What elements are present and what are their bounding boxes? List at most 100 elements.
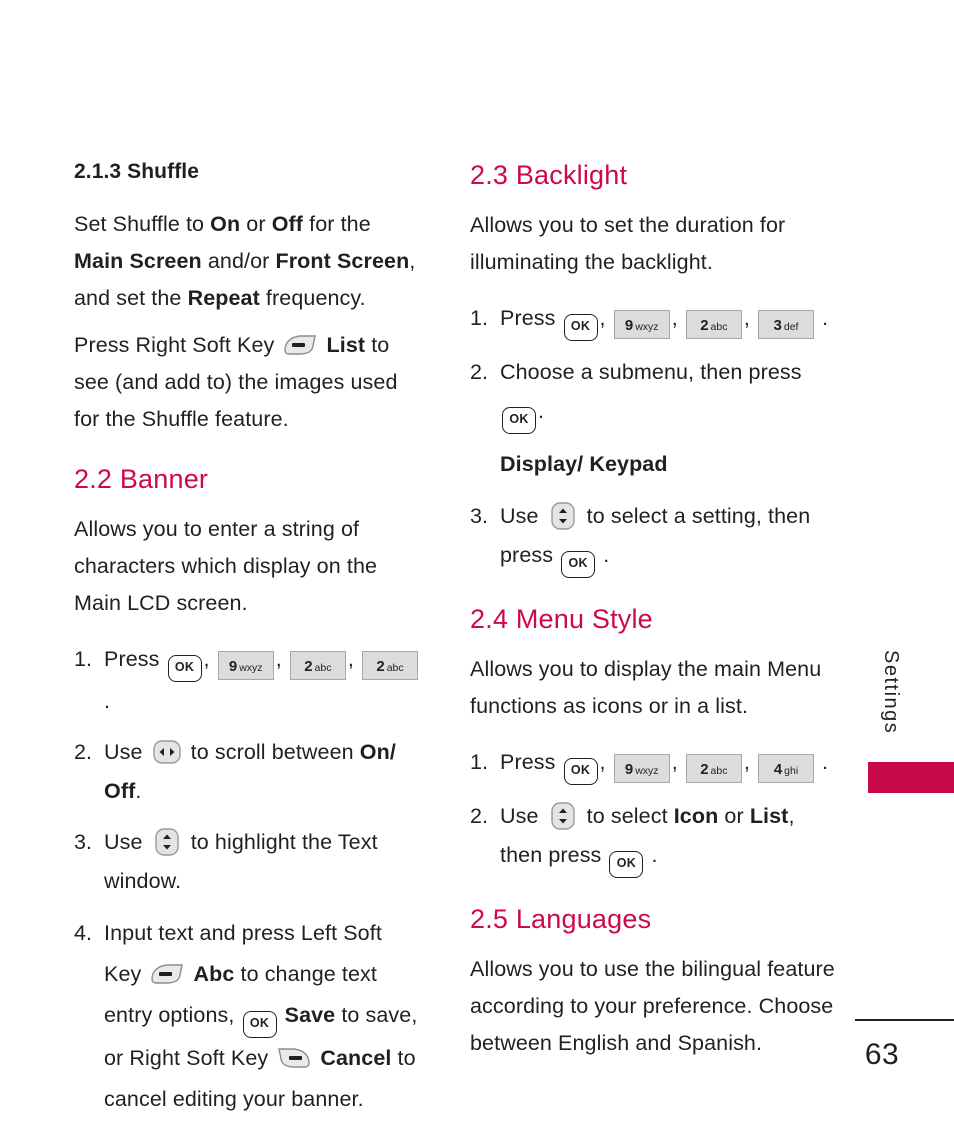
key-letters: def <box>783 321 799 334</box>
banner-intro: Allows you to enter a string of characte… <box>74 517 378 616</box>
key-3-def-icon: 3 def <box>758 310 814 340</box>
key-letters: abc <box>710 765 728 778</box>
text-fragment: . <box>538 399 545 424</box>
text-fragment: Use <box>500 804 545 829</box>
key-digit: 3 <box>773 317 782 335</box>
side-tab-marker <box>868 762 954 793</box>
step-number: 1. <box>74 647 93 672</box>
heading-2-4-menu-style: 2.4 Menu Style <box>470 604 653 635</box>
bold-repeat: Repeat <box>187 286 260 311</box>
key-digit: 2 <box>700 317 709 335</box>
key-letters: wxyz <box>635 321 659 334</box>
step-number: 2. <box>470 360 489 385</box>
banner-step-4: 4. Input text and press Left Soft Key Abc… <box>74 913 424 1120</box>
left-column: 2.1.3 Shuffle Set Shuffle to On or Off f… <box>74 160 424 1132</box>
up-down-navigation-key-icon <box>548 501 578 531</box>
text-fragment: Press <box>500 750 562 775</box>
bold-icon: Icon <box>673 804 719 829</box>
heading-2-5-languages: 2.5 Languages <box>470 904 652 935</box>
up-down-navigation-key-icon <box>548 801 578 831</box>
backlight-intro: Allows you to set the duration for illum… <box>470 213 786 275</box>
ok-key-icon: OK <box>502 407 536 435</box>
key-4-ghi-icon: 4 ghi <box>758 754 814 784</box>
right-column: 2.3 Backlight Allows you to set the dura… <box>470 160 840 1080</box>
bold-save: Save <box>284 1003 336 1028</box>
languages-intro: Allows you to use the bilingual feature … <box>470 957 835 1056</box>
text-fragment: Use <box>104 830 149 855</box>
shuffle-paragraph-2: Press Right Soft Key List to see (and ad… <box>74 327 424 438</box>
text-fragment: Use <box>500 504 545 529</box>
backlight-step-3: 3. Use to select a setting, then press OK… <box>470 497 840 579</box>
ok-key-icon: OK <box>242 1011 277 1039</box>
banner-step-2: 2. Use to scroll between On/ Off. <box>74 733 424 811</box>
text-fragment: . <box>651 843 658 868</box>
key-2-abc-icon: 2 abc <box>289 651 346 681</box>
key-9-wxyz-icon: 9 wxyz <box>613 754 670 784</box>
key-9-wxyz-icon: 9 wxyz <box>613 310 670 340</box>
banner-step-3: 3. Use to highlight the Text window. <box>74 823 424 901</box>
text-fragment: . <box>104 689 111 714</box>
ok-key-icon: OK <box>563 314 598 342</box>
key-digit: 9 <box>624 317 634 335</box>
text-fragment: Set Shuffle to <box>74 212 211 237</box>
key-digit: 4 <box>773 761 783 779</box>
left-soft-key-icon <box>283 333 317 357</box>
side-tab-label: Settings <box>880 650 902 735</box>
key-letters: wxyz <box>635 765 659 778</box>
text-fragment: . <box>603 543 610 568</box>
menu-style-step-2: 2. Use to select Icon or List, then press… <box>470 797 840 879</box>
key-digit: 2 <box>304 658 313 676</box>
key-2-abc-icon: 2 abc <box>362 651 418 681</box>
ok-key-icon: OK <box>563 758 598 786</box>
bold-list: List <box>749 804 789 829</box>
document-page: 2.1.3 Shuffle Set Shuffle to On or Off f… <box>0 0 954 1145</box>
banner-step-1: 1. Press OK, 9 wxyz, 2 abc, 2 abc . <box>74 640 424 721</box>
left-soft-key-icon <box>150 962 184 986</box>
key-letters: abc <box>386 662 404 675</box>
key-digit: 9 <box>228 658 238 676</box>
bold-abc: Abc <box>193 962 235 987</box>
heading-2-1-3-shuffle: 2.1.3 Shuffle <box>74 160 200 183</box>
key-digit: 2 <box>700 761 709 779</box>
text-fragment: Press Right Soft Key <box>74 333 281 358</box>
text-fragment: Press <box>104 647 166 672</box>
menu-style-intro: Allows you to display the main Menu func… <box>470 657 822 719</box>
key-letters: abc <box>314 662 332 675</box>
step-number: 3. <box>470 504 489 529</box>
page-number: 63 <box>864 1038 900 1071</box>
bold-main-screen: Main Screen <box>74 249 202 274</box>
text-fragment: to select a setting, then press <box>500 504 811 568</box>
text-fragment: for the <box>303 212 371 237</box>
key-digit: 2 <box>376 658 385 676</box>
text-fragment: Choose a submenu, then press <box>500 360 802 385</box>
key-2-abc-icon: 2 abc <box>685 310 742 340</box>
bold-off: Off <box>271 212 304 237</box>
text-fragment: Use <box>104 740 149 765</box>
bold-list: List <box>326 333 366 358</box>
heading-2-2-banner: 2.2 Banner <box>74 464 209 495</box>
text-fragment: frequency. <box>259 286 366 311</box>
right-soft-key-icon <box>277 1046 311 1070</box>
bold-front-screen: Front Screen <box>275 249 410 274</box>
shuffle-paragraph-1: Set Shuffle to On or Off for the Main Sc… <box>74 206 424 317</box>
text-fragment: . <box>135 779 142 804</box>
up-down-navigation-key-icon <box>152 827 182 857</box>
ok-key-icon: OK <box>167 655 202 683</box>
text-fragment: Press <box>500 306 562 331</box>
text-fragment: . <box>822 306 829 331</box>
key-letters: wxyz <box>239 662 263 675</box>
text-fragment: or <box>240 212 272 237</box>
step-number: 4. <box>74 921 93 946</box>
menu-style-step-1: 1. Press OK, 9 wxyz, 2 abc, 4 ghi . <box>470 743 840 786</box>
step-number: 2. <box>470 804 489 829</box>
text-fragment: to scroll between <box>184 740 360 765</box>
bold-cancel: Cancel <box>320 1046 392 1071</box>
backlight-submenu-label: Display/ Keypad <box>500 452 668 477</box>
step-number: 3. <box>74 830 93 855</box>
text-fragment: . <box>822 750 829 775</box>
backlight-step-2: 2. Choose a submenu, then press OK. <box>470 353 840 435</box>
ok-key-icon: OK <box>609 851 644 879</box>
step-number: 2. <box>74 740 93 765</box>
key-2-abc-icon: 2 abc <box>685 754 742 784</box>
key-letters: ghi <box>784 765 799 778</box>
